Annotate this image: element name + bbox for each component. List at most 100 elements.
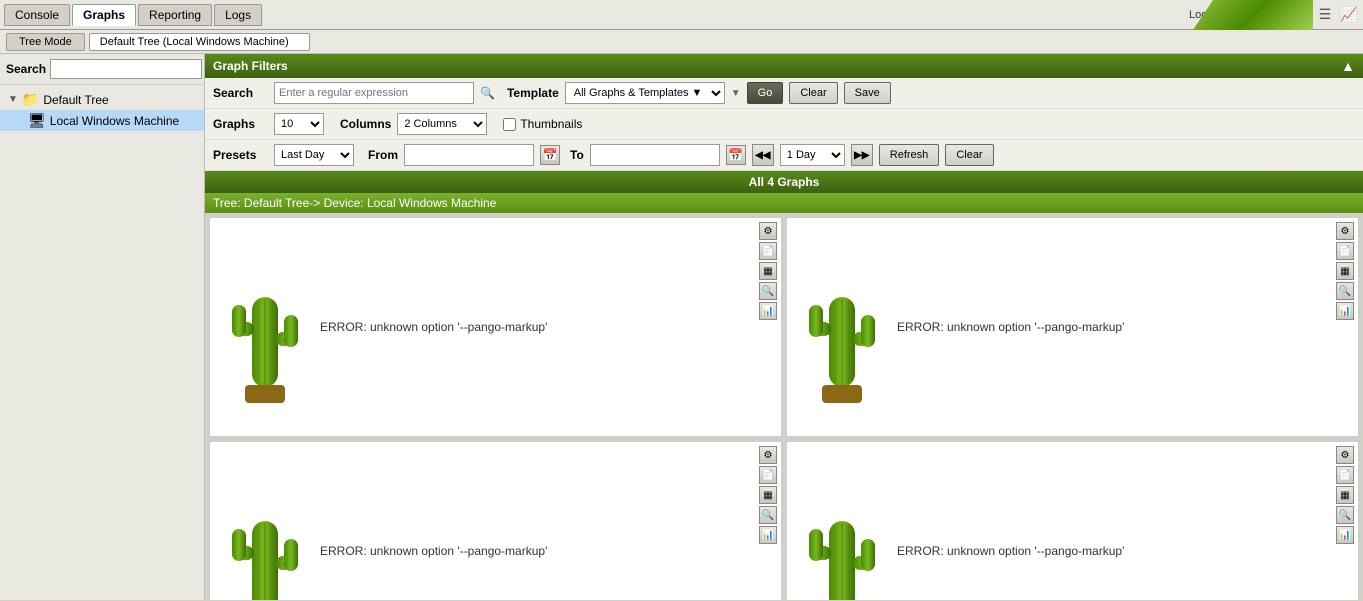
main-layout: Search ▼ 📁 Default Tree 🖥 Local Windows … [0, 54, 1363, 600]
to-label: To [570, 148, 584, 162]
graph-page-icon-3[interactable]: 📄 [759, 466, 777, 484]
refresh-button[interactable]: Refresh [879, 144, 940, 166]
thumbnails-label: Thumbnails [520, 117, 582, 131]
presets-select[interactable]: Last Day [274, 144, 354, 166]
template-dropdown-arrow: ▼ [731, 88, 741, 99]
timespan-select[interactable]: 1 Day [780, 144, 845, 166]
graphs-label: Graphs [213, 117, 268, 131]
filter-row-3: Presets Last Day From 2020-06-03 10:21 📅… [205, 140, 1363, 171]
filters-title: Graph Filters [213, 59, 288, 73]
template-select[interactable]: All Graphs & Templates ▼ [565, 82, 725, 104]
template-label: Template [507, 86, 559, 100]
columns-label: Columns [340, 117, 391, 131]
graph-error-2: ERROR: unknown option '--pango-markup' [897, 318, 1124, 336]
sidebar-search-bar: Search [0, 54, 204, 85]
graph-page-icon-1[interactable]: 📄 [759, 242, 777, 260]
search-label: Search [6, 62, 46, 76]
to-date-input[interactable]: 2020-06-04 10:21 [590, 144, 720, 166]
graph-error-1: ERROR: unknown option '--pango-markup' [320, 318, 547, 336]
collapse-icon[interactable]: ▲ [1341, 58, 1355, 74]
graph-chart-icon-3[interactable]: 📊 [759, 526, 777, 544]
graph-gear-icon-4[interactable]: ⚙ [1336, 446, 1354, 464]
columns-select[interactable]: 2 Columns [397, 113, 487, 135]
graph-icons-2: ⚙ 📄 ▦ 🔍 📊 [1336, 222, 1354, 320]
graph-gear-icon-3[interactable]: ⚙ [759, 446, 777, 464]
graph-zoom-icon-1[interactable]: 🔍 [759, 282, 777, 300]
content-area: Graph Filters ▲ Search 🔍 Template All Gr… [205, 54, 1363, 600]
clear-button-2[interactable]: Clear [945, 144, 993, 166]
save-button[interactable]: Save [844, 82, 891, 104]
graphs-select[interactable]: 10 [274, 113, 324, 135]
tree-mode-button[interactable]: Tree Mode [6, 33, 85, 51]
graph-cell-4: ⚙ 📄 ▦ 🔍 📊 [786, 441, 1359, 600]
graph-icons-3: ⚙ 📄 ▦ 🔍 📊 [759, 446, 777, 544]
tree-expand-icon: ▼ [8, 94, 18, 105]
search-input[interactable] [50, 59, 202, 79]
corner-decoration [1193, 0, 1313, 30]
graph-chart-icon-1[interactable]: 📊 [759, 302, 777, 320]
graph-table-icon-4[interactable]: ▦ [1336, 486, 1354, 504]
graph-table-icon-3[interactable]: ▦ [759, 486, 777, 504]
graph-page-icon-2[interactable]: 📄 [1336, 242, 1354, 260]
graph-cell-3: ⚙ 📄 ▦ 🔍 📊 [209, 441, 782, 600]
tab-graphs[interactable]: Graphs [72, 4, 136, 26]
tree-container: ▼ 📁 Default Tree 🖥 Local Windows Machine [0, 85, 204, 600]
graph-icons-1: ⚙ 📄 ▦ 🔍 📊 [759, 222, 777, 320]
filter-row-2: Graphs 10 Columns 2 Columns Thumbnails [205, 109, 1363, 140]
filters-header: Graph Filters ▲ [205, 54, 1363, 78]
cactus-svg-3 [220, 471, 310, 600]
graph-page-icon-4[interactable]: 📄 [1336, 466, 1354, 484]
all-graphs-bar: All 4 Graphs [205, 171, 1363, 193]
graph-chart-icon-4[interactable]: 📊 [1336, 526, 1354, 544]
to-calendar-icon[interactable]: 📅 [726, 145, 746, 165]
tab-reporting[interactable]: Reporting [138, 4, 212, 26]
search-magnify-icon: 🔍 [480, 86, 495, 100]
presets-label: Presets [213, 148, 268, 162]
graph-chart-icon-2[interactable]: 📊 [1336, 302, 1354, 320]
nav-fwd-arrow[interactable]: ▶▶ [851, 144, 873, 166]
graph-table-icon-1[interactable]: ▦ [759, 262, 777, 280]
tree-path-text: Tree: Default Tree-> Device: Local Windo… [213, 196, 496, 210]
graph-zoom-icon-4[interactable]: 🔍 [1336, 506, 1354, 524]
graph-error-3: ERROR: unknown option '--pango-markup' [320, 542, 547, 560]
from-date-input[interactable]: 2020-06-03 10:21 [404, 144, 534, 166]
tree-folder-icon: 📁 [22, 91, 39, 108]
tab-logs[interactable]: Logs [214, 4, 262, 26]
breadcrumb-bar: Tree Mode Default Tree (Local Windows Ma… [0, 30, 1363, 54]
menu-icon[interactable]: ☰ [1315, 5, 1335, 25]
graphs-grid: ⚙ 📄 ▦ 🔍 📊 [205, 213, 1363, 600]
top-nav-bar: Console Graphs Reporting Logs Logged in … [0, 0, 1363, 30]
from-label: From [368, 148, 398, 162]
cactus-svg-4 [797, 471, 887, 600]
sidebar: Search ▼ 📁 Default Tree 🖥 Local Windows … [0, 54, 205, 600]
graph-icons-4: ⚙ 📄 ▦ 🔍 📊 [1336, 446, 1354, 544]
graph-error-4: ERROR: unknown option '--pango-markup' [897, 542, 1124, 560]
graph-gear-icon-2[interactable]: ⚙ [1336, 222, 1354, 240]
thumbnails-checkbox-label[interactable]: Thumbnails [503, 117, 582, 131]
tree-child-label: Local Windows Machine [50, 114, 179, 128]
go-button[interactable]: Go [747, 82, 784, 104]
graph-table-icon-2[interactable]: ▦ [1336, 262, 1354, 280]
breadcrumb-path: Default Tree (Local Windows Machine) [89, 33, 310, 51]
tab-console[interactable]: Console [4, 4, 70, 26]
search-filter-input[interactable] [274, 82, 474, 104]
tree-server-icon: 🖥 [28, 112, 46, 129]
thumbnails-checkbox[interactable] [503, 118, 516, 131]
tree-child-item[interactable]: 🖥 Local Windows Machine [0, 110, 204, 131]
tree-root-item[interactable]: ▼ 📁 Default Tree [0, 89, 204, 110]
from-calendar-icon[interactable]: 📅 [540, 145, 560, 165]
tree-root-label: Default Tree [43, 93, 108, 107]
graph-zoom-icon-3[interactable]: 🔍 [759, 506, 777, 524]
graph-cell-2: ⚙ 📄 ▦ 🔍 📊 [786, 217, 1359, 437]
cactus-svg-1 [220, 247, 310, 407]
filter-row-1: Search 🔍 Template All Graphs & Templates… [205, 78, 1363, 109]
graph-zoom-icon-2[interactable]: 🔍 [1336, 282, 1354, 300]
cactus-svg-2 [797, 247, 887, 407]
nav-back-arrow[interactable]: ◀◀ [752, 144, 774, 166]
graph-cell-1: ⚙ 📄 ▦ 🔍 📊 [209, 217, 782, 437]
search-filter-label: Search [213, 86, 268, 100]
tree-path-bar: Tree: Default Tree-> Device: Local Windo… [205, 193, 1363, 213]
chart-icon[interactable]: 📈 [1339, 5, 1359, 25]
graph-gear-icon-1[interactable]: ⚙ [759, 222, 777, 240]
clear-button-1[interactable]: Clear [789, 82, 837, 104]
